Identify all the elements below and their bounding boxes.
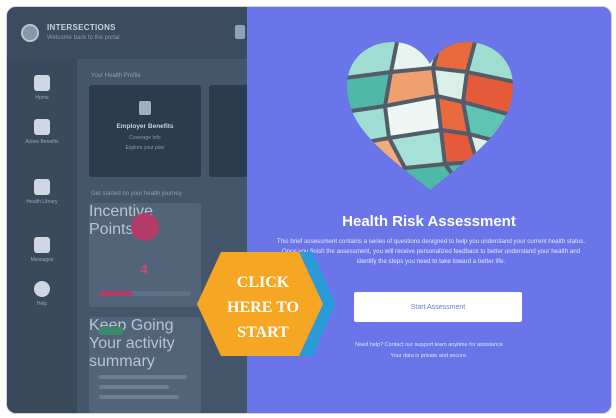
user-subtitle: Welcome back to the portal (47, 35, 120, 41)
brand-logo-icon (235, 25, 245, 39)
sidebar-item-library[interactable]: Health Library (7, 179, 77, 205)
status-chip (99, 327, 123, 335)
text-placeholder (99, 385, 169, 389)
start-assessment-button[interactable]: Start Assessment (354, 292, 522, 322)
avatar[interactable] (21, 24, 39, 42)
sidebar-item-label: Home (35, 95, 49, 101)
sidebar-item-label: Health Library (26, 199, 58, 205)
sidebar-item-help[interactable]: Help (7, 281, 77, 307)
click-here-text[interactable]: CLICK HERE TO START (205, 270, 321, 345)
stat-card[interactable]: Incentive Points 4 (89, 203, 201, 307)
card-detail: Explore your plan (125, 145, 165, 151)
cta-line-1: CLICK (236, 274, 290, 291)
text-placeholder (99, 375, 187, 379)
trophy-icon (131, 213, 159, 241)
book-icon (34, 179, 50, 195)
card-title: Employer Benefits (116, 123, 174, 130)
text-placeholder (99, 395, 179, 399)
sidebar-item-benefits[interactable]: Active Benefits (7, 119, 77, 145)
top-bar: INTERSECTIONS Welcome back to the portal (7, 7, 247, 59)
section-title: Get started on your health journey (91, 191, 182, 197)
cta-line-3: START (237, 324, 289, 341)
clipboard-icon (34, 119, 50, 135)
sidebar-item-messages[interactable]: Messages (7, 237, 77, 263)
user-name: INTERSECTIONS (47, 23, 116, 32)
home-icon (34, 75, 50, 91)
info-icon (34, 281, 50, 297)
inbox-icon (34, 237, 50, 253)
sidebar-item-home[interactable]: Home (7, 75, 77, 101)
section-title: Your Health Profile (91, 73, 141, 79)
assessment-title: Health Risk Assessment (342, 213, 516, 230)
activity-card[interactable]: Keep Going Your activity summary (89, 317, 201, 413)
activity-subtitle: Your activity summary (89, 335, 175, 370)
stat-value: 4 (140, 261, 148, 277)
sidebar-item-label: Active Benefits (25, 139, 59, 145)
cta-line-2: HERE TO (227, 299, 299, 316)
sidebar-item-label: Messages (30, 257, 54, 263)
sidebar: Home Active Benefits Health Library Mess… (7, 59, 77, 413)
mosaic-heart-icon (347, 42, 513, 190)
card-subtitle: Coverage Info (129, 135, 161, 141)
benefit-card[interactable]: Employer Benefits Coverage Info Explore … (89, 85, 201, 177)
shield-icon (139, 101, 151, 115)
app-window: INTERSECTIONS Welcome back to the portal… (6, 6, 612, 414)
progress-fill (99, 291, 133, 296)
sidebar-item-label: Help (36, 301, 48, 307)
